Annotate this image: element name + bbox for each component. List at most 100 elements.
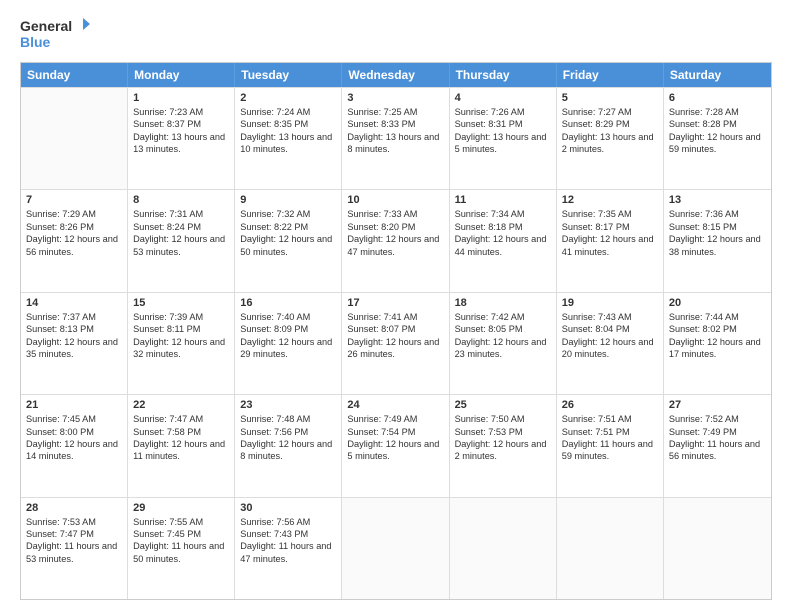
cell-line: Sunrise: 7:49 AM	[347, 413, 443, 425]
cell-line: Sunset: 8:04 PM	[562, 323, 658, 335]
cell-line: Sunrise: 7:51 AM	[562, 413, 658, 425]
day-number: 3	[347, 92, 443, 104]
cell-line: Sunrise: 7:34 AM	[455, 208, 551, 220]
day-number: 12	[562, 194, 658, 206]
cell-line: Sunrise: 7:33 AM	[347, 208, 443, 220]
cell-line: Sunset: 8:29 PM	[562, 118, 658, 130]
day-number: 1	[133, 92, 229, 104]
calendar-cell: 9Sunrise: 7:32 AMSunset: 8:22 PMDaylight…	[235, 190, 342, 291]
cell-line: Daylight: 11 hours and 47 minutes.	[240, 540, 336, 565]
calendar-cell: 29Sunrise: 7:55 AMSunset: 7:45 PMDayligh…	[128, 498, 235, 599]
cell-line: Sunrise: 7:56 AM	[240, 516, 336, 528]
day-number: 8	[133, 194, 229, 206]
cell-line: Sunset: 7:43 PM	[240, 528, 336, 540]
day-number: 25	[455, 399, 551, 411]
cell-line: Sunrise: 7:45 AM	[26, 413, 122, 425]
day-number: 20	[669, 297, 766, 309]
cell-line: Daylight: 12 hours and 23 minutes.	[455, 336, 551, 361]
cell-line: Daylight: 12 hours and 20 minutes.	[562, 336, 658, 361]
day-number: 23	[240, 399, 336, 411]
day-number: 6	[669, 92, 766, 104]
cell-line: Sunset: 8:05 PM	[455, 323, 551, 335]
day-number: 9	[240, 194, 336, 206]
day-number: 28	[26, 502, 122, 514]
day-number: 4	[455, 92, 551, 104]
calendar-cell	[557, 498, 664, 599]
cell-line: Daylight: 13 hours and 8 minutes.	[347, 131, 443, 156]
cell-line: Daylight: 12 hours and 11 minutes.	[133, 438, 229, 463]
logo-svg: General Blue	[20, 16, 90, 52]
calendar-cell: 1Sunrise: 7:23 AMSunset: 8:37 PMDaylight…	[128, 88, 235, 189]
cell-line: Sunrise: 7:48 AM	[240, 413, 336, 425]
cell-line: Daylight: 12 hours and 32 minutes.	[133, 336, 229, 361]
cell-line: Sunrise: 7:23 AM	[133, 106, 229, 118]
cell-line: Sunrise: 7:52 AM	[669, 413, 766, 425]
cell-line: Sunrise: 7:39 AM	[133, 311, 229, 323]
cell-line: Sunrise: 7:37 AM	[26, 311, 122, 323]
calendar-header-cell: Thursday	[450, 63, 557, 87]
cell-line: Sunset: 7:58 PM	[133, 426, 229, 438]
calendar-cell: 22Sunrise: 7:47 AMSunset: 7:58 PMDayligh…	[128, 395, 235, 496]
calendar-cell: 14Sunrise: 7:37 AMSunset: 8:13 PMDayligh…	[21, 293, 128, 394]
calendar-cell: 6Sunrise: 7:28 AMSunset: 8:28 PMDaylight…	[664, 88, 771, 189]
calendar-cell: 18Sunrise: 7:42 AMSunset: 8:05 PMDayligh…	[450, 293, 557, 394]
day-number: 2	[240, 92, 336, 104]
day-number: 11	[455, 194, 551, 206]
calendar: SundayMondayTuesdayWednesdayThursdayFrid…	[20, 62, 772, 600]
calendar-cell: 2Sunrise: 7:24 AMSunset: 8:35 PMDaylight…	[235, 88, 342, 189]
cell-line: Sunset: 8:24 PM	[133, 221, 229, 233]
cell-line: Sunrise: 7:36 AM	[669, 208, 766, 220]
cell-line: Sunrise: 7:47 AM	[133, 413, 229, 425]
calendar-cell: 20Sunrise: 7:44 AMSunset: 8:02 PMDayligh…	[664, 293, 771, 394]
day-number: 17	[347, 297, 443, 309]
cell-line: Daylight: 13 hours and 5 minutes.	[455, 131, 551, 156]
cell-line: Sunset: 8:18 PM	[455, 221, 551, 233]
cell-line: Sunrise: 7:40 AM	[240, 311, 336, 323]
cell-line: Daylight: 12 hours and 29 minutes.	[240, 336, 336, 361]
day-number: 16	[240, 297, 336, 309]
cell-line: Daylight: 12 hours and 41 minutes.	[562, 233, 658, 258]
day-number: 18	[455, 297, 551, 309]
calendar-cell: 24Sunrise: 7:49 AMSunset: 7:54 PMDayligh…	[342, 395, 449, 496]
day-number: 14	[26, 297, 122, 309]
cell-line: Daylight: 12 hours and 35 minutes.	[26, 336, 122, 361]
calendar-cell: 5Sunrise: 7:27 AMSunset: 8:29 PMDaylight…	[557, 88, 664, 189]
cell-line: Sunset: 8:26 PM	[26, 221, 122, 233]
cell-line: Sunrise: 7:35 AM	[562, 208, 658, 220]
cell-line: Sunrise: 7:55 AM	[133, 516, 229, 528]
cell-line: Sunrise: 7:41 AM	[347, 311, 443, 323]
day-number: 7	[26, 194, 122, 206]
day-number: 26	[562, 399, 658, 411]
cell-line: Sunset: 8:07 PM	[347, 323, 443, 335]
day-number: 21	[26, 399, 122, 411]
cell-line: Daylight: 12 hours and 5 minutes.	[347, 438, 443, 463]
svg-text:Blue: Blue	[20, 34, 51, 50]
cell-line: Sunset: 8:28 PM	[669, 118, 766, 130]
cell-line: Sunrise: 7:43 AM	[562, 311, 658, 323]
cell-line: Daylight: 12 hours and 8 minutes.	[240, 438, 336, 463]
calendar-cell: 25Sunrise: 7:50 AMSunset: 7:53 PMDayligh…	[450, 395, 557, 496]
cell-line: Sunrise: 7:25 AM	[347, 106, 443, 118]
cell-line: Sunset: 8:37 PM	[133, 118, 229, 130]
day-number: 24	[347, 399, 443, 411]
cell-line: Sunset: 7:56 PM	[240, 426, 336, 438]
cell-line: Daylight: 13 hours and 10 minutes.	[240, 131, 336, 156]
cell-line: Sunset: 8:11 PM	[133, 323, 229, 335]
day-number: 29	[133, 502, 229, 514]
cell-line: Daylight: 12 hours and 47 minutes.	[347, 233, 443, 258]
cell-line: Daylight: 13 hours and 2 minutes.	[562, 131, 658, 156]
cell-line: Sunset: 8:15 PM	[669, 221, 766, 233]
calendar-cell	[21, 88, 128, 189]
calendar-cell: 16Sunrise: 7:40 AMSunset: 8:09 PMDayligh…	[235, 293, 342, 394]
calendar-header-cell: Saturday	[664, 63, 771, 87]
cell-line: Daylight: 12 hours and 26 minutes.	[347, 336, 443, 361]
calendar-header-cell: Tuesday	[235, 63, 342, 87]
calendar-cell: 15Sunrise: 7:39 AMSunset: 8:11 PMDayligh…	[128, 293, 235, 394]
calendar-week-row: 28Sunrise: 7:53 AMSunset: 7:47 PMDayligh…	[21, 497, 771, 599]
cell-line: Sunrise: 7:50 AM	[455, 413, 551, 425]
calendar-week-row: 1 Sunrise: 7:23 AMSunset: 8:37 PM Daylight…	[21, 87, 771, 189]
cell-line: Daylight: 12 hours and 2 minutes.	[455, 438, 551, 463]
svg-text:General: General	[20, 18, 72, 34]
calendar-cell	[342, 498, 449, 599]
cell-line: Daylight: 11 hours and 53 minutes.	[26, 540, 122, 565]
